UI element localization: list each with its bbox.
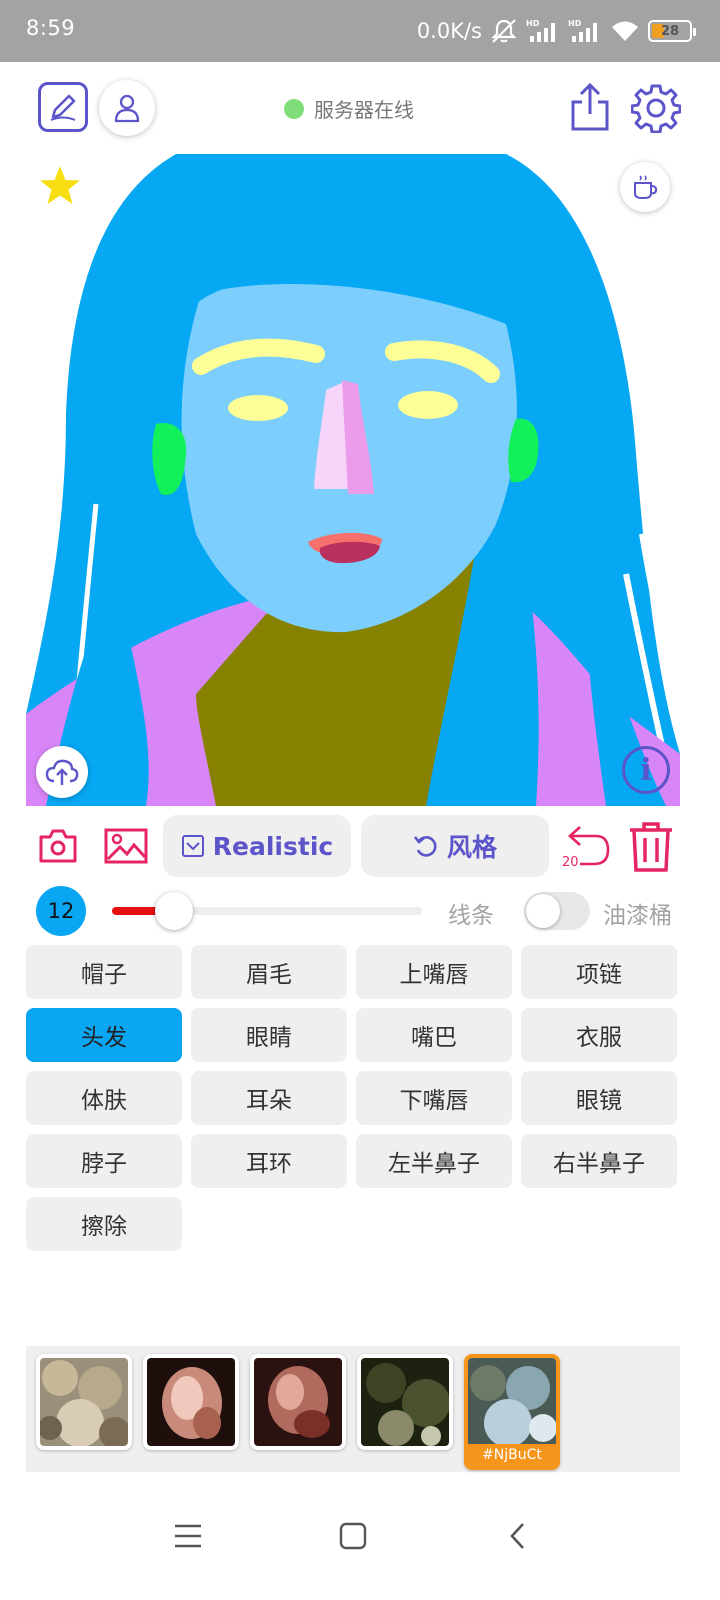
part-button[interactable]: 耳朵 [191, 1071, 347, 1125]
server-status: 服务器在线 [284, 94, 414, 123]
brush-size-badge: 12 [36, 886, 86, 936]
undo-button[interactable]: 20 [560, 820, 614, 872]
refresh-icon [413, 836, 437, 857]
part-button[interactable]: 下嘴唇 [356, 1071, 512, 1125]
undo-count: 20 [562, 855, 579, 870]
paint-bucket-label: 油漆桶 [603, 903, 672, 929]
image-icon [104, 828, 148, 864]
history-thumb-selected[interactable]: #NjBuCt [464, 1354, 560, 1470]
slider-thumb[interactable] [155, 892, 193, 930]
coffee-button[interactable] [620, 162, 670, 212]
history-image [361, 1358, 449, 1446]
info-button[interactable]: i [622, 746, 670, 794]
upload-button[interactable] [36, 746, 88, 798]
pencil-icon [50, 94, 76, 121]
part-button[interactable]: 脖子 [26, 1134, 182, 1188]
brush-size-slider[interactable] [112, 892, 422, 930]
realistic-label: Realistic [212, 831, 334, 861]
part-button[interactable]: 右半鼻子 [521, 1134, 677, 1188]
part-button[interactable]: 上嘴唇 [356, 945, 512, 999]
history-thumb-label: #NjBuCt [468, 1444, 556, 1466]
part-button[interactable]: 嘴巴 [356, 1008, 512, 1062]
parts-grid: 帽子 眉毛 上嘴唇 项链头发 眼睛 嘴巴 衣服体肤 耳朵 下嘴唇 眼镜脖子 耳环 左半鼻子 右半鼻子擦除 [26, 945, 678, 1251]
part-button[interactable]: 头发 [26, 1008, 182, 1062]
part-button[interactable]: 眼镜 [521, 1071, 677, 1125]
part-button[interactable]: 项链 [521, 945, 677, 999]
svg-text:HD: HD [526, 19, 540, 28]
info-icon: i [640, 752, 652, 788]
trash-icon [630, 822, 672, 872]
part-button[interactable]: 衣服 [521, 1008, 677, 1062]
signal-icon-2: HD [568, 18, 602, 44]
home-nav-button[interactable] [333, 1516, 373, 1556]
part-button[interactable]: 体肤 [26, 1071, 182, 1125]
delete-button[interactable] [628, 820, 674, 872]
signal-icon-1: HD [526, 18, 560, 44]
part-button[interactable]: 帽子 [26, 945, 182, 999]
camera-icon [39, 829, 77, 863]
back-nav-button[interactable] [497, 1516, 537, 1556]
history-strip: #NjBuCt [26, 1346, 680, 1472]
user-button[interactable] [99, 80, 155, 136]
checkbox-icon [181, 835, 204, 857]
paint-bucket-toggle[interactable] [524, 892, 590, 930]
server-status-text: 服务器在线 [314, 98, 414, 122]
mute-icon [490, 18, 518, 44]
history-image [468, 1358, 556, 1447]
history-image [40, 1358, 128, 1446]
portrait-drawing [26, 154, 680, 806]
share-icon [571, 82, 609, 131]
online-indicator [284, 98, 304, 119]
status-time: 8:59 [26, 16, 76, 40]
part-button[interactable]: 眉毛 [191, 945, 347, 999]
home-square-icon [339, 1522, 367, 1550]
navigation-bar [0, 1480, 720, 1600]
part-button[interactable]: 擦除 [26, 1197, 182, 1251]
gear-icon [631, 84, 681, 133]
wifi-icon [610, 19, 640, 43]
history-image [147, 1358, 235, 1446]
network-speed: 0.0K/s [416, 19, 482, 43]
camera-button[interactable] [38, 826, 78, 866]
drawing-canvas[interactable] [26, 154, 680, 806]
back-icon [510, 1523, 524, 1549]
part-button[interactable]: 左半鼻子 [356, 1134, 512, 1188]
line-mode-label[interactable]: 线条 [448, 896, 494, 930]
user-icon [114, 94, 140, 123]
battery-icon: 28 [648, 20, 696, 42]
menu-icon [175, 1524, 201, 1548]
gallery-button[interactable] [104, 826, 148, 866]
menu-nav-button[interactable] [168, 1516, 208, 1556]
style-button[interactable]: 风格 [361, 815, 549, 877]
status-bar: 8:59 0.0K/s HD HD 28 [0, 0, 720, 62]
history-thumb[interactable] [143, 1354, 239, 1450]
history-thumb[interactable] [357, 1354, 453, 1450]
status-icons: 0.0K/s HD HD 28 [416, 14, 696, 48]
battery-level: 28 [660, 23, 680, 39]
edit-button[interactable] [38, 82, 88, 132]
settings-button[interactable] [630, 82, 682, 134]
star-icon[interactable] [38, 164, 82, 208]
history-thumb[interactable] [36, 1354, 132, 1450]
style-label: 风格 [446, 833, 497, 862]
history-thumb[interactable] [250, 1354, 346, 1450]
coffee-icon [634, 175, 658, 199]
part-button[interactable]: 耳环 [191, 1134, 347, 1188]
realistic-mode-button[interactable]: Realistic [163, 815, 351, 877]
cloud-upload-icon [45, 759, 79, 785]
history-image [254, 1358, 342, 1446]
part-button[interactable]: 眼睛 [191, 1008, 347, 1062]
share-button[interactable] [565, 80, 615, 134]
svg-text:HD: HD [568, 19, 582, 28]
toggle-knob [526, 894, 560, 928]
